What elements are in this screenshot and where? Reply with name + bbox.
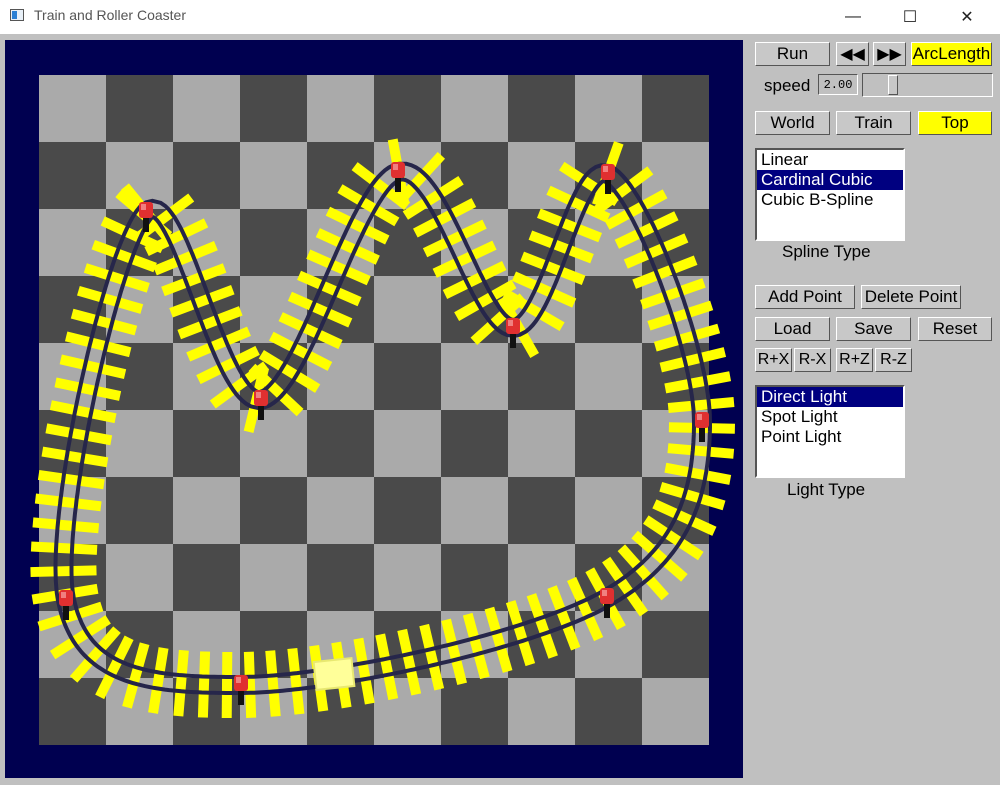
floor-tile [374,276,441,343]
rotate-plus-x-button[interactable]: R+X [755,348,792,372]
floor-tile [508,544,575,611]
save-button[interactable]: Save [836,317,911,341]
window-frame [0,34,4,785]
light-type-option[interactable]: Spot Light [757,407,903,427]
floor-tile [307,544,374,611]
speed-slider-thumb[interactable] [888,75,899,95]
train-view-button[interactable]: Train [836,111,911,135]
scene-canvas[interactable] [5,40,743,778]
floor-tile [307,410,374,477]
floor-tile [106,410,173,477]
floor-tile [374,343,441,410]
floor-tile [173,209,240,276]
floor-tile [173,410,240,477]
floor-tile [39,343,106,410]
rotate-minus-x-button[interactable]: R-X [794,348,831,372]
floor-tile [441,410,508,477]
load-button[interactable]: Load [755,317,830,341]
floor-tile [39,142,106,209]
floor-tile [575,276,642,343]
floor-tile [575,343,642,410]
spline-type-option[interactable]: Cubic B-Spline [757,190,903,210]
floor-tile [374,544,441,611]
track-tie [221,651,233,719]
floor-tile [173,544,240,611]
delete-point-button[interactable]: Delete Point [861,285,961,309]
floor-tile [441,75,508,142]
minimize-button[interactable]: — [830,0,876,34]
floor-tile [508,678,575,745]
world-view-button[interactable]: World [755,111,830,135]
floor-tile [307,75,374,142]
prev-point-button[interactable]: ◀◀ [836,42,869,66]
speed-value: 2.00 [818,74,858,95]
floor-tile [642,611,709,678]
floor-tile [240,75,307,142]
close-button[interactable]: ✕ [944,0,990,34]
floor-tile [575,678,642,745]
floor-tile [173,477,240,544]
light-type-option[interactable]: Point Light [757,427,903,447]
scene-viewport[interactable] [5,40,743,778]
top-view-button[interactable]: Top [918,111,992,135]
floor-tile [441,477,508,544]
spline-type-option[interactable]: Linear [757,150,903,170]
train-car-body [312,656,356,692]
floor-tile [39,75,106,142]
floor-tile [374,410,441,477]
light-type-option[interactable]: Direct Light [757,387,903,407]
speed-label: speed [764,76,811,95]
run-button[interactable]: Run [755,42,830,66]
floor-tile [441,343,508,410]
floor-tile [374,75,441,142]
floor-tile [173,75,240,142]
rotate-plus-z-button[interactable]: R+Z [836,348,873,372]
floor-tile [441,544,508,611]
floor-tile [441,142,508,209]
maximize-button[interactable]: ☐ [887,0,933,34]
speed-slider[interactable] [862,73,993,97]
floor-tile [240,142,307,209]
spline-type-list[interactable]: Linear Cardinal Cubic Cubic B-Spline [755,148,905,241]
next-point-button[interactable]: ▶▶ [873,42,906,66]
floor-tile [642,75,709,142]
floor-tile [441,678,508,745]
floor-tile [374,477,441,544]
floor-tile [575,410,642,477]
floor-tile [106,544,173,611]
floor-tile [508,343,575,410]
light-type-caption: Light Type [787,480,866,499]
window-title: Train and Roller Coaster [34,7,186,23]
floor-tile [106,75,173,142]
app-icon [10,9,24,21]
floor-tile [307,343,374,410]
spline-type-option[interactable]: Cardinal Cubic [757,170,903,190]
floor-tile [240,477,307,544]
train-car [312,656,356,692]
floor-tile [508,75,575,142]
floor-tile [240,544,307,611]
floor-tile [642,678,709,745]
floor-tile [508,477,575,544]
arclength-toggle[interactable]: ArcLength [911,42,992,66]
floor-tile [508,410,575,477]
light-type-list[interactable]: Direct Light Spot Light Point Light [755,385,905,478]
rotate-minus-z-button[interactable]: R-Z [875,348,912,372]
floor-tile [575,75,642,142]
reset-button[interactable]: Reset [918,317,992,341]
add-point-button[interactable]: Add Point [755,285,855,309]
floor-tile [240,209,307,276]
floor-tile [106,477,173,544]
spline-type-caption: Spline Type [782,242,871,261]
track-tie [30,565,97,578]
floor-tile [575,477,642,544]
title-bar: Train and Roller Coaster — ☐ ✕ [0,0,1000,34]
floor-tile [39,678,106,745]
floor-tile [307,477,374,544]
floor-tile [374,678,441,745]
